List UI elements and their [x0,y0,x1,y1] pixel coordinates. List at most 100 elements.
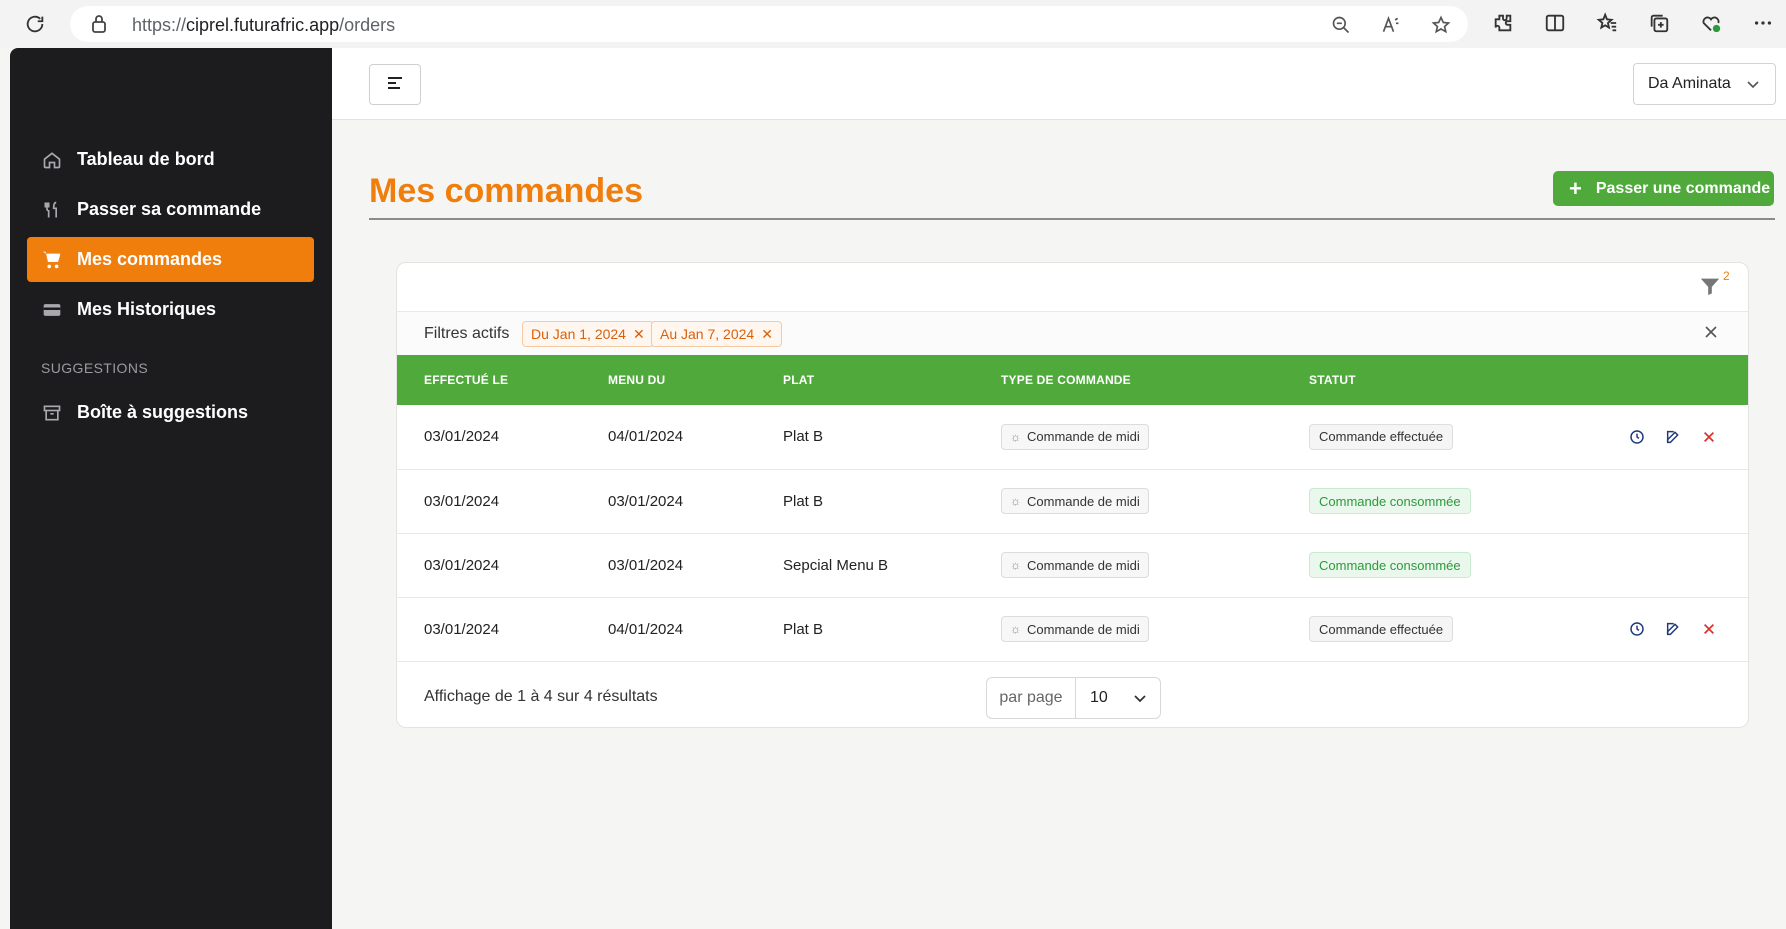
sidebar-item-tableau-de-bord[interactable]: Tableau de bord [27,137,314,182]
table-header-row: EFFECTUÉ LE MENU DU PLAT TYPE DE COMMAND… [397,355,1748,405]
cell-effectue: 03/01/2024 [424,620,500,638]
clock-icon[interactable] [1628,428,1646,446]
card-header: 2 [397,263,1748,312]
browser-health-icon[interactable] [1698,10,1724,36]
browser-toolbar: https://ciprel.futurafric.app/orders [0,0,1786,48]
results-summary: Affichage de 1 à 4 sur 4 résultats [424,688,658,705]
delete-icon[interactable] [1700,428,1718,446]
sidebar-item-passer-commande[interactable]: Passer sa commande [27,187,314,232]
sidebar: Tableau de bord Passer sa commande Mes c… [10,48,332,929]
table-row: 03/01/2024 03/01/2024 Plat B ☼ Commande d… [397,469,1748,533]
edit-icon[interactable] [1664,620,1682,638]
remove-filter-icon[interactable]: ✕ [761,326,773,343]
type-label: Commande de midi [1027,429,1140,445]
read-aloud-icon[interactable] [1378,12,1404,38]
type-label: Commande de midi [1027,493,1140,509]
col-header-plat[interactable]: PLAT [783,355,1001,405]
orders-table: EFFECTUÉ LE MENU DU PLAT TYPE DE COMMAND… [397,355,1748,662]
archive-icon [41,402,63,424]
col-header-actions [1589,355,1748,405]
zoom-out-icon[interactable] [1328,12,1354,38]
sun-icon: ☼ [1010,494,1021,508]
sidebar-item-mes-historiques[interactable]: Mes Historiques [27,287,314,332]
more-options-icon[interactable] [1750,10,1776,36]
url-text: https://ciprel.futurafric.app/orders [132,15,395,36]
table-footer: Affichage de 1 à 4 sur 4 résultats par p… [397,665,1748,727]
col-header-type[interactable]: TYPE DE COMMANDE [1001,355,1309,405]
add-order-button[interactable]: + Passer une commande [1553,171,1774,206]
card-icon [41,299,63,321]
reload-icon[interactable] [20,10,50,38]
lock-icon [90,14,108,39]
status-badge: Commande consommée [1309,488,1471,514]
cell-plat: Sepcial Menu B [783,556,889,574]
col-header-menu-du[interactable]: MENU DU [608,355,783,405]
status-badge: Commande consommée [1309,552,1471,578]
cell-menu-du: 04/01/2024 [608,428,684,446]
sun-icon: ☼ [1010,558,1021,572]
sidebar-item-boite-suggestions[interactable]: Boîte à suggestions [27,390,314,435]
status-badge: Commande effectuée [1309,616,1454,642]
type-label: Commande de midi [1027,621,1140,637]
url-prefix: https:// [132,15,187,35]
sidebar-item-label: Boîte à suggestions [77,402,249,422]
col-header-statut[interactable]: STATUT [1309,355,1589,405]
per-page-select[interactable]: par page 10 [986,677,1161,719]
table-row: 03/01/2024 04/01/2024 Plat B ☼ Commande d… [397,597,1748,661]
plus-icon: + [1569,175,1582,201]
cell-plat: Plat B [783,428,824,446]
sidebar-item-label: Passer sa commande [77,199,262,219]
section-label-suggestions: SUGGESTIONS [41,360,149,376]
filter-count-badge: 2 [1723,269,1730,283]
sidebar-item-label: Tableau de bord [77,149,215,169]
sidebar-item-label: Mes Historiques [77,299,217,319]
chevron-down-icon [1745,76,1761,97]
sidebar-item-mes-commandes[interactable]: Mes commandes [27,237,314,282]
split-screen-icon[interactable] [1542,10,1568,36]
url-domain: ciprel.futurafric.app [186,15,340,35]
sidebar-item-label: Mes commandes [77,249,223,269]
address-bar[interactable]: https://ciprel.futurafric.app/orders [70,6,1468,42]
page-title: Mes commandes [369,172,643,210]
filter-chip-label: Du Jan 1, 2024 [531,326,626,342]
user-name: Da Aminata [1648,75,1731,92]
clear-filters-icon[interactable] [1703,324,1721,342]
filters-label: Filtres actifs [424,325,510,342]
filter-chip[interactable]: Au Jan 7, 2024 ✕ [651,321,782,347]
home-icon [41,149,63,171]
per-page-value: 10 [1090,689,1108,706]
filter-chip-label: Au Jan 7, 2024 [660,326,755,342]
active-filters-row: Filtres actifs Du Jan 1, 2024 ✕ Au Jan 7… [397,312,1748,355]
per-page-label: par page [987,678,1076,718]
clock-icon[interactable] [1628,620,1646,638]
collections-icon[interactable] [1646,10,1672,36]
cell-menu-du: 04/01/2024 [608,620,684,638]
filter-chip[interactable]: Du Jan 1, 2024 ✕ [522,321,654,347]
cell-plat: Plat B [783,620,824,638]
cell-plat: Plat B [783,492,824,510]
utensils-icon [41,199,63,221]
table-row: 03/01/2024 03/01/2024 Sepcial Menu B ☼ Co… [397,533,1748,597]
favorite-star-icon[interactable] [1428,12,1454,38]
favorites-icon[interactable] [1594,10,1620,36]
table-row: 03/01/2024 04/01/2024 Plat B ☼ Commande d… [397,405,1748,469]
hamburger-icon [386,75,404,94]
user-menu-button[interactable]: Da Aminata [1633,63,1776,105]
remove-filter-icon[interactable]: ✕ [633,326,645,343]
delete-icon[interactable] [1700,620,1718,638]
type-badge: ☼ Commande de midi [1001,616,1149,642]
chevron-down-icon [1132,690,1148,711]
sun-icon: ☼ [1010,429,1021,444]
type-badge: ☼ Commande de midi [1001,423,1149,450]
orders-card: 2 Filtres actifs Du Jan 1, 2024 ✕ Au Jan… [396,262,1749,728]
status-badge: Commande effectuée [1309,423,1454,450]
extensions-icon[interactable] [1490,10,1516,36]
edit-icon[interactable] [1664,428,1682,446]
url-path: /orders [339,15,396,35]
menu-toggle-button[interactable] [369,64,421,105]
type-badge: ☼ Commande de midi [1001,488,1149,514]
filter-icon[interactable] [1699,275,1725,301]
cell-menu-du: 03/01/2024 [608,492,684,510]
cell-effectue: 03/01/2024 [424,556,500,574]
col-header-effectue[interactable]: EFFECTUÉ LE [397,355,608,405]
